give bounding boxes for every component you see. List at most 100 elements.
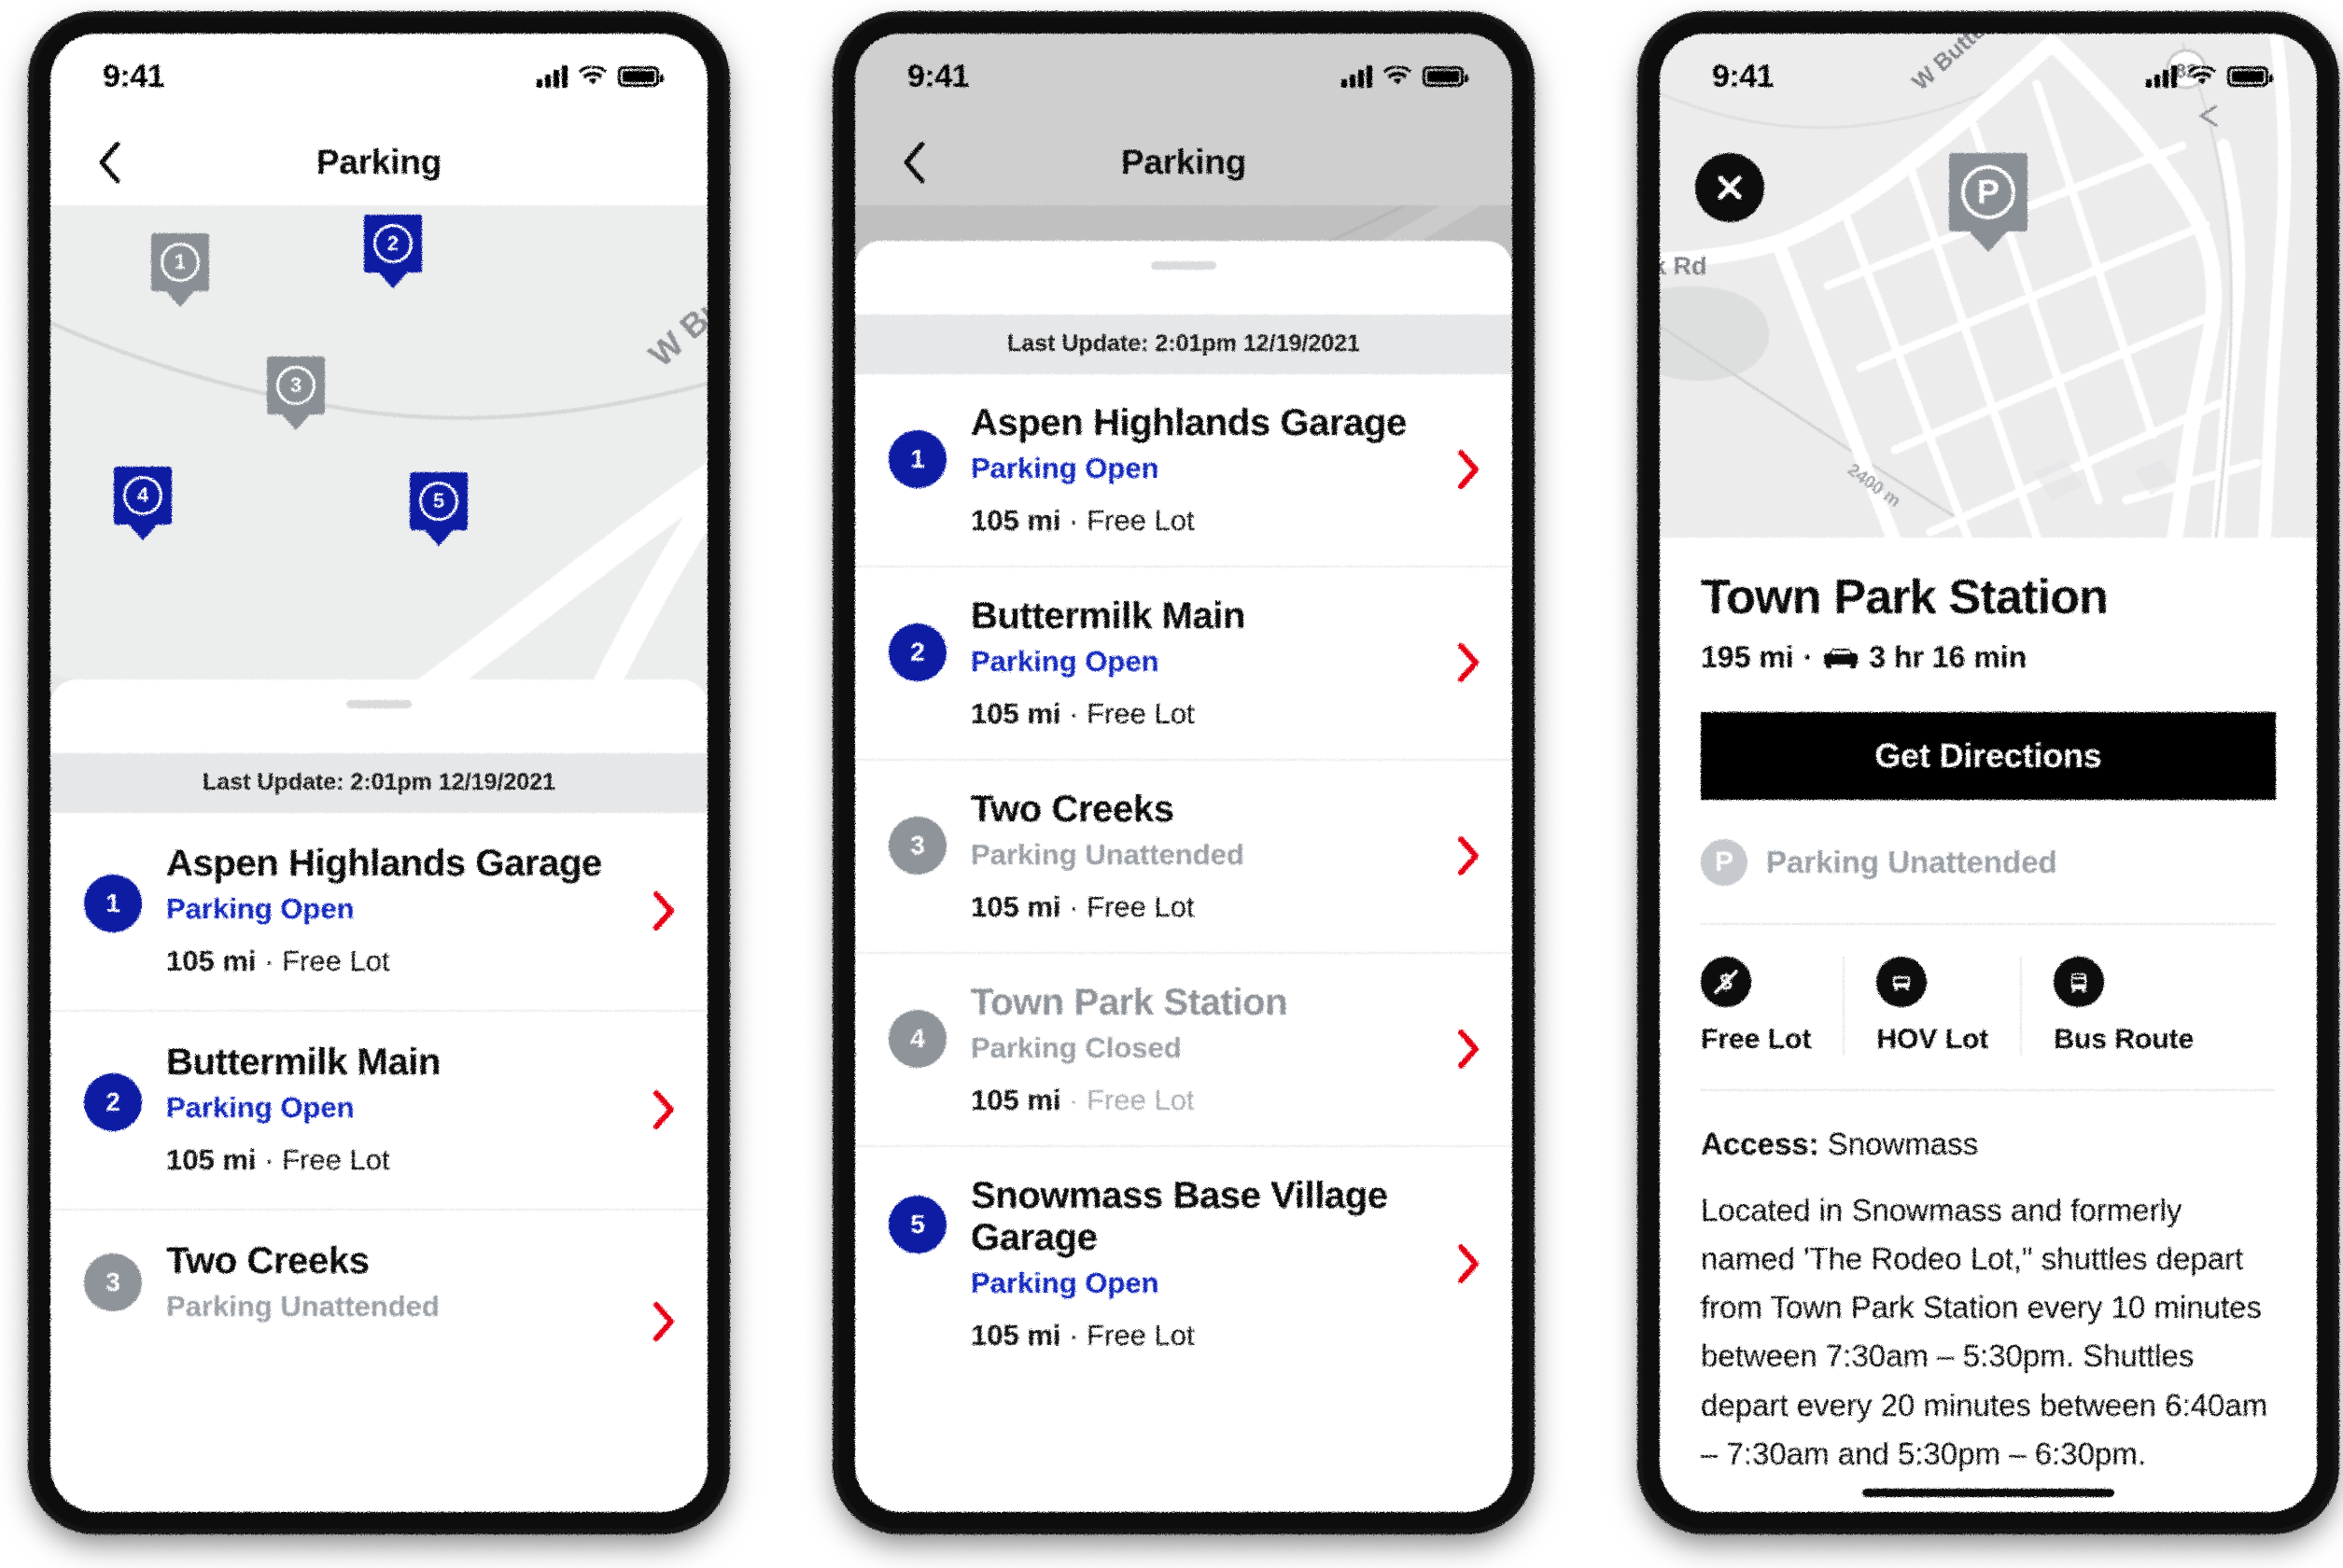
lot-name: Buttermilk Main: [971, 595, 1246, 637]
table-row[interactable]: 1 Aspen Highlands Garage Parking Open 10…: [50, 813, 708, 1012]
map-pin-label: 1: [161, 243, 200, 282]
screen-3: 82 W Buttermilk Rd k Rd 2400 m P 9:41: [1660, 34, 2317, 1512]
amenities-row: $ Free Lot HOV Lot Bus Ro: [1701, 957, 2276, 1056]
lot-meta: 105 mi · Free Lot: [971, 1319, 1400, 1352]
row-text: Aspen Highlands Garage Parking Open 105 …: [142, 843, 680, 978]
table-row[interactable]: 5 Snowmass Base Village Garage Parking O…: [855, 1147, 1512, 1380]
status-time: 9:41: [103, 58, 165, 94]
lot-name: Two Creeks: [971, 788, 1174, 830]
lot-distance: 105 mi: [971, 503, 1061, 537]
close-button[interactable]: [1695, 153, 1764, 222]
map-pin-label: 5: [419, 482, 458, 521]
lot-meta: 105 mi · Free Lot: [971, 1084, 1447, 1117]
meta-separator: ·: [1069, 696, 1079, 730]
chevron-right-icon[interactable]: [1456, 1029, 1480, 1070]
map-pin-label: 2: [373, 224, 413, 263]
status-bar: 9:41: [1660, 34, 2317, 119]
table-row[interactable]: 4 Town Park Station Parking Closed 105 m…: [855, 954, 1512, 1147]
status-time: 9:41: [1712, 58, 1775, 94]
meta-separator: ·: [1069, 1083, 1079, 1116]
bottom-sheet-1[interactable]: Last Update: 2:01pm 12/19/2021 1 Aspen H…: [50, 679, 708, 1512]
row-text: Town Park Station Parking Closed 105 mi …: [947, 982, 1484, 1117]
sheet-grabber[interactable]: [346, 700, 412, 708]
lot-distance: 105 mi: [166, 1142, 257, 1176]
battery-full-icon: [1423, 66, 1468, 87]
amenity-label: Free Lot: [1701, 1024, 1812, 1055]
get-directions-button[interactable]: Get Directions: [1701, 712, 2276, 800]
row-text: Buttermilk Main Parking Open 105 mi · Fr…: [947, 595, 1484, 731]
meta-separator: ·: [1069, 889, 1079, 923]
table-row[interactable]: 2 Buttermilk Main Parking Open 105 mi · …: [50, 1012, 708, 1211]
detail-title: Town Park Station: [1701, 570, 2109, 624]
chevron-right-icon[interactable]: [1456, 449, 1480, 490]
chevron-right-icon[interactable]: [1456, 1243, 1480, 1284]
detail-description: Located in Snowmass and formerly named '…: [1701, 1193, 2268, 1471]
lot-meta: 105 mi · Free Lot: [971, 504, 1447, 538]
detail-panel: Town Park Station 195 mi · 3 hr 16 min G…: [1660, 538, 2317, 1512]
table-row[interactable]: 1 Aspen Highlands Garage Parking Open 10…: [855, 374, 1512, 567]
list-index-badge: 2: [84, 1072, 142, 1131]
bus-route-icon: [2054, 957, 2105, 1007]
chevron-right-icon[interactable]: [1456, 642, 1480, 683]
list-index-badge: 3: [84, 1253, 142, 1311]
lot-name: Aspen Highlands Garage: [166, 843, 602, 884]
parking-p-icon: P: [1701, 839, 1747, 886]
map-pin-4[interactable]: 4: [114, 467, 172, 540]
back-button[interactable]: [889, 137, 939, 188]
nav-bar-1: Parking: [50, 119, 708, 205]
lot-name: Two Creeks: [166, 1239, 370, 1281]
lot-name: Buttermilk Main: [166, 1041, 442, 1083]
bottom-sheet-2[interactable]: Last Update: 2:01pm 12/19/2021 1 Aspen H…: [855, 241, 1512, 1512]
row-text: Snowmass Base Village Garage Parking Ope…: [947, 1175, 1484, 1352]
lot-name: Aspen Highlands Garage: [971, 402, 1407, 443]
page-title: Parking: [316, 143, 442, 181]
lot-meta: 105 mi · Free Lot: [166, 945, 642, 978]
lot-type: Free Lot: [1087, 696, 1195, 730]
chevron-right-icon[interactable]: [652, 1301, 676, 1342]
table-row[interactable]: 2 Buttermilk Main Parking Open 105 mi · …: [855, 567, 1512, 761]
status-bar: 9:41: [855, 34, 1512, 119]
amenity-hov-lot: HOV Lot: [1843, 957, 2020, 1056]
screen-2: od 9:41 Parking Last Upda: [855, 34, 1512, 1512]
map-label-creek: k Rd: [1660, 252, 1707, 280]
map-pin-5[interactable]: 5: [410, 472, 468, 546]
chevron-right-icon[interactable]: [652, 890, 676, 931]
hov-lot-icon: [1876, 957, 1928, 1007]
lot-status: Parking Open: [166, 891, 355, 925]
chevron-right-icon[interactable]: [1456, 835, 1480, 876]
map-pin-parking[interactable]: P: [1949, 153, 2027, 252]
parking-status-row: P Parking Unattended: [1701, 839, 2276, 886]
lot-distance: 105 mi: [971, 1318, 1061, 1351]
phone-2-parking-list: od 9:41 Parking Last Upda: [838, 17, 1529, 1529]
meta-separator: ·: [264, 1142, 274, 1176]
back-button[interactable]: [84, 137, 134, 188]
map-pin-label: 3: [276, 366, 316, 405]
detail-distance: 195 mi: [1701, 640, 1794, 674]
map-pin-1[interactable]: 1: [151, 233, 209, 307]
row-text: Two Creeks Parking Unattended 105 mi · F…: [947, 789, 1484, 924]
map-pin-3[interactable]: 3: [267, 357, 325, 430]
lot-type: Free Lot: [1087, 1083, 1195, 1116]
close-x-icon: [1718, 175, 1742, 200]
chevron-right-icon[interactable]: [652, 1089, 676, 1130]
lot-status: Parking Open: [166, 1090, 355, 1124]
status-icons: [537, 65, 664, 88]
home-indicator: [1862, 1489, 2114, 1497]
last-update-banner: Last Update: 2:01pm 12/19/2021: [855, 315, 1512, 374]
lot-type: Free Lot: [1087, 889, 1195, 923]
detail-duration: 3 hr 16 min: [1869, 640, 2027, 674]
map-pin-2[interactable]: 2: [364, 215, 422, 288]
row-text: Aspen Highlands Garage Parking Open 105 …: [947, 402, 1484, 538]
sheet-grabber[interactable]: [1151, 261, 1216, 270]
map-pin-label: 4: [123, 476, 162, 515]
wifi-icon: [1383, 66, 1411, 85]
lot-type: Free Lot: [1087, 503, 1195, 537]
table-row[interactable]: 3 Two Creeks Parking Unattended: [50, 1211, 708, 1355]
lot-status: Parking Closed: [971, 1030, 1182, 1064]
table-row[interactable]: 3 Two Creeks Parking Unattended 105 mi ·…: [855, 761, 1512, 954]
lot-type: Free Lot: [1087, 1318, 1195, 1351]
lot-name: Town Park Station: [971, 981, 1288, 1023]
lot-status: Parking Open: [971, 1266, 1159, 1299]
lot-status: Parking Open: [971, 451, 1159, 484]
phone-1-parking-map: 9:41 Parking 1 2 3 4 5 Last Update: 2:01…: [34, 17, 724, 1529]
